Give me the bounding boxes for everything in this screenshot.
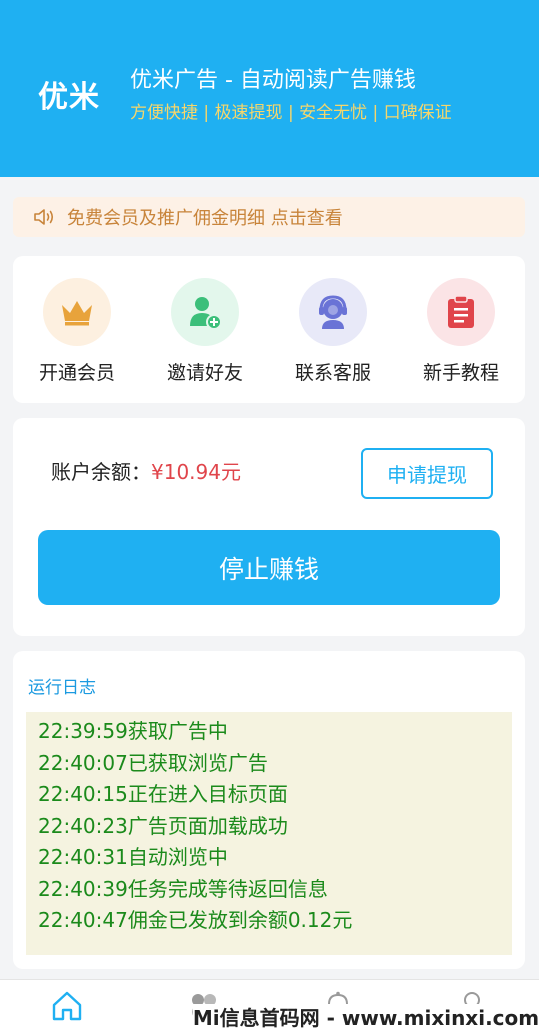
tutorial-button[interactable]: 新手教程 [406, 278, 516, 385]
run-log-card: 运行日志 22:39:59获取广告中 22:40:07已获取浏览广告 22:40… [13, 651, 525, 969]
stop-earning-button[interactable]: 停止赚钱 [38, 530, 500, 605]
home-icon [52, 991, 82, 1021]
app-title: 优米广告 - 自动阅读广告赚钱 [130, 68, 416, 93]
quick-label: 开通会员 [38, 362, 115, 384]
open-membership-button[interactable]: 开通会员 [22, 278, 132, 385]
log-box: 22:39:59获取广告中 22:40:07已获取浏览广告 22:40:15正在… [26, 712, 512, 955]
crown-icon [62, 301, 92, 326]
log-line: 22:40:31自动浏览中 [38, 845, 228, 869]
log-line: 22:40:23广告页面加载成功 [38, 813, 288, 838]
log-line: 22:40:47佣金已发放到余额0.12元 [38, 908, 353, 932]
customer-service-icon [319, 295, 347, 329]
watermark-text: Mi信息首码网 - www.mixinxi.com [192, 1004, 539, 1029]
quick-label: 邀请好友 [166, 362, 243, 384]
service-icon-circle [299, 278, 367, 346]
membership-icon-circle [43, 278, 111, 346]
withdraw-button[interactable]: 申请提现 [361, 448, 493, 499]
balance-value: ¥10.94元 [151, 460, 241, 484]
log-line: 22:40:07已获取浏览广告 [38, 750, 268, 775]
notice-bar[interactable]: 免费会员及推广佣金明细 点击查看 [13, 197, 525, 237]
log-line: 22:40:15正在进入目标页面 [38, 782, 288, 806]
invite-icon-circle [171, 278, 239, 346]
app-logo: 优米 [38, 80, 100, 115]
balance-label: 账户余额： [51, 460, 151, 484]
speaker-icon [34, 209, 54, 225]
log-line: 22:39:59获取广告中 [38, 719, 228, 743]
tutorial-icon-circle [427, 278, 495, 346]
quick-label: 联系客服 [294, 362, 371, 384]
add-user-icon [190, 297, 222, 330]
quick-actions-card: 开通会员 邀请好友 联系客服 新手教程 [13, 256, 525, 403]
contact-service-button[interactable]: 联系客服 [278, 278, 388, 385]
notice-text: 免费会员及推广佣金明细 点击查看 [67, 208, 343, 229]
invite-friends-button[interactable]: 邀请好友 [150, 278, 260, 385]
balance-row: 账户余额：¥10.94元 [51, 456, 241, 485]
app-subtitle: 方便快捷 | 极速提现 | 安全无忧 | 口碑保证 [130, 103, 452, 123]
log-title: 运行日志 [28, 678, 96, 698]
tab-home[interactable] [47, 986, 87, 1026]
balance-card: 账户余额：¥10.94元 申请提现 停止赚钱 [13, 418, 525, 636]
clipboard-icon [448, 295, 474, 328]
quick-label: 新手教程 [422, 362, 499, 384]
app-header: 优米 优米广告 - 自动阅读广告赚钱 方便快捷 | 极速提现 | 安全无忧 | … [0, 0, 539, 177]
log-line: 22:40:39任务完成等待返回信息 [38, 876, 328, 901]
